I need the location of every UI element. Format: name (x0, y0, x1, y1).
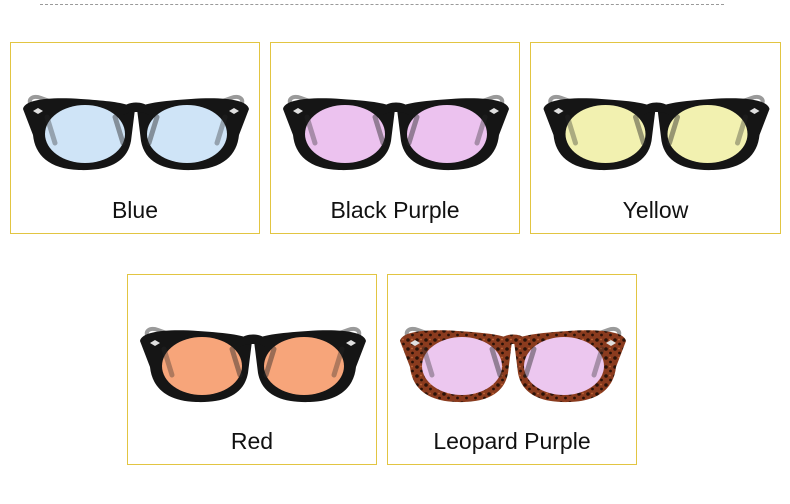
product-card-red[interactable]: Red (127, 274, 377, 465)
product-card-yellow[interactable]: Yellow (530, 42, 781, 234)
sunglasses-image (543, 94, 770, 171)
sunglasses-image (400, 326, 626, 403)
product-card-leopard-purple[interactable]: Leopard Purple (387, 274, 637, 465)
left-lens (162, 337, 242, 395)
product-color-label: Yellow (622, 197, 689, 223)
right-lens (407, 105, 487, 163)
right-lens (147, 105, 227, 163)
left-lens (305, 105, 385, 163)
left-lens (565, 105, 646, 163)
product-card-blue[interactable]: Blue (10, 42, 260, 234)
right-lens (264, 337, 344, 395)
right-lens (524, 337, 604, 395)
product-color-label: Black Purple (330, 197, 460, 223)
sunglasses-image (283, 94, 509, 171)
left-lens (45, 105, 125, 163)
sunglasses-image (140, 326, 366, 403)
product-card-black-purple[interactable]: Black Purple (270, 42, 520, 234)
left-lens (422, 337, 502, 395)
top-dashed-divider (40, 4, 724, 5)
product-color-label: Red (230, 428, 274, 454)
right-lens (667, 105, 748, 163)
product-color-label: Blue (111, 197, 159, 223)
sunglasses-image (23, 94, 249, 171)
product-color-label: Leopard Purple (433, 428, 591, 454)
